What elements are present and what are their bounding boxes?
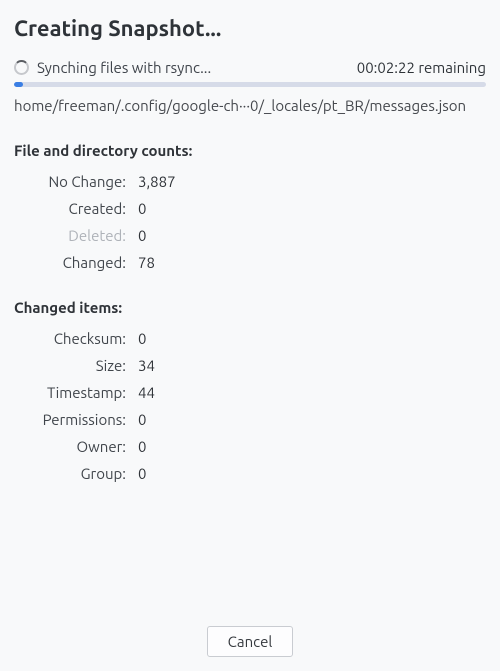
- group-label: Group:: [14, 465, 126, 482]
- deleted-label: Deleted:: [14, 227, 126, 244]
- current-file-path: home/freeman/.config/google-ch···0/_loca…: [14, 97, 486, 114]
- timestamp-label: Timestamp:: [14, 384, 126, 401]
- owner-value: 0: [138, 438, 486, 455]
- no-change-value: 3,887: [138, 173, 486, 190]
- progress-bar: [14, 82, 486, 87]
- group-value: 0: [138, 465, 486, 482]
- owner-label: Owner:: [14, 438, 126, 455]
- size-value: 34: [138, 357, 486, 374]
- snapshot-dialog: Creating Snapshot... Synching files with…: [0, 0, 500, 671]
- dialog-title: Creating Snapshot...: [14, 16, 486, 41]
- progress-fill: [14, 82, 23, 87]
- changed-label: Changed:: [14, 254, 126, 271]
- checksum-value: 0: [138, 330, 486, 347]
- cancel-button[interactable]: Cancel: [207, 626, 294, 657]
- time-remaining: 00:02:22 remaining: [357, 59, 486, 76]
- spinner-icon: [14, 60, 29, 75]
- dialog-footer: Cancel: [14, 616, 486, 657]
- created-label: Created:: [14, 200, 126, 217]
- changed-value: 78: [138, 254, 486, 271]
- file-counts-header: File and directory counts:: [14, 142, 486, 159]
- size-label: Size:: [14, 357, 126, 374]
- status-text: Synching files with rsync...: [37, 59, 211, 76]
- no-change-label: No Change:: [14, 173, 126, 190]
- file-counts-grid: No Change: 3,887 Created: 0 Deleted: 0 C…: [14, 173, 486, 271]
- permissions-label: Permissions:: [14, 411, 126, 428]
- spacer: [14, 504, 486, 616]
- changed-items-header: Changed items:: [14, 299, 486, 316]
- status-row: Synching files with rsync... 00:02:22 re…: [14, 59, 486, 76]
- permissions-value: 0: [138, 411, 486, 428]
- deleted-value: 0: [138, 227, 486, 244]
- changed-items-grid: Checksum: 0 Size: 34 Timestamp: 44 Permi…: [14, 330, 486, 482]
- checksum-label: Checksum:: [14, 330, 126, 347]
- created-value: 0: [138, 200, 486, 217]
- timestamp-value: 44: [138, 384, 486, 401]
